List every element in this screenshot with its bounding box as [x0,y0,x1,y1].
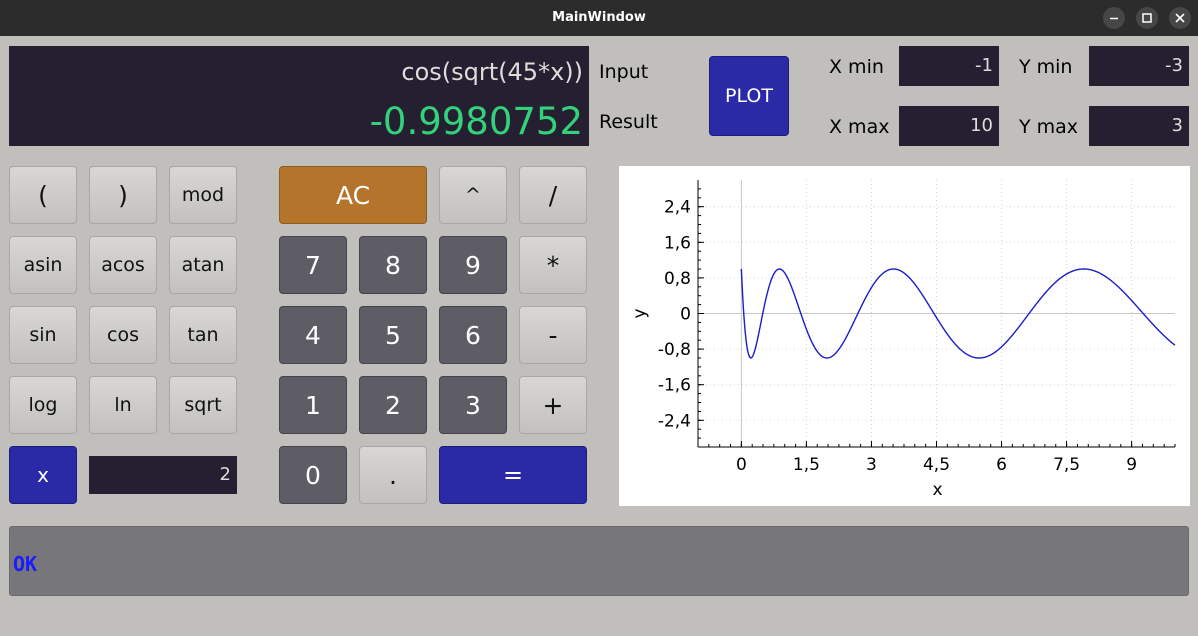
expression-input[interactable]: cos(sqrt(45*x)) [401,58,583,86]
close-icon [1175,13,1185,23]
y-tick-label: -2,4 [658,411,691,431]
y-tick-label: -1,6 [658,376,691,396]
multiply-button[interactable]: * [519,236,587,294]
input-label: Input [599,61,649,83]
calculator-display: cos(sqrt(45*x)) -0.9980752 [9,46,589,146]
y-max-field[interactable]: 3 [1089,106,1189,146]
digit-9-button[interactable]: 9 [439,236,507,294]
x-tick-label: 0 [736,455,747,475]
x-value-field[interactable]: 2 [89,456,237,494]
digit-8-button[interactable]: 8 [359,236,427,294]
x-min-label: X min [829,56,884,78]
y-tick-label: 0 [680,305,691,325]
acos-button[interactable]: acos [89,236,157,294]
digit-7-button[interactable]: 7 [279,236,347,294]
y-max-label: Y max [1019,116,1079,138]
digit-0-button[interactable]: 0 [279,446,347,504]
x-max-field[interactable]: 10 [899,106,999,146]
y-tick-label: -0,8 [658,340,691,360]
divide-button[interactable]: / [519,166,587,224]
maximize-icon [1142,13,1152,23]
plot-canvas: 0 1,5 3 4,5 6 7,5 9 2,4 1,6 0,8 0 -0,8 -1,6 -2,4 x y [630,180,1176,500]
asin-button[interactable]: asin [9,236,77,294]
function-plot: 0 1,5 3 4,5 6 7,5 9 2,4 1,6 0,8 0 -0,8 -1,6 -2,4 x y [619,166,1190,506]
x-tick-label: 4,5 [923,455,950,475]
y-min-field[interactable]: -3 [1089,46,1189,86]
mod-button[interactable]: mod [169,166,237,224]
tan-button[interactable]: tan [169,306,237,364]
y-tick-label: 2,4 [664,198,691,218]
x-variable-button[interactable]: x [9,446,77,504]
x-max-label: X max [829,116,890,138]
x-axis-title: x [932,480,942,500]
sqrt-button[interactable]: sqrt [169,376,237,434]
plot-button[interactable]: PLOT [709,56,789,136]
y-tick-label: 0,8 [664,269,691,289]
digit-6-button[interactable]: 6 [439,306,507,364]
minimize-button[interactable] [1103,7,1125,29]
equals-button[interactable]: = [439,446,587,504]
x-tick-label: 3 [866,455,877,475]
digit-2-button[interactable]: 2 [359,376,427,434]
digit-3-button[interactable]: 3 [439,376,507,434]
result-output: -0.9980752 [369,100,583,143]
log-button[interactable]: log [9,376,77,434]
open-paren-button[interactable]: ( [9,166,77,224]
close-button[interactable] [1169,7,1191,29]
x-tick-label: 1,5 [793,455,820,475]
atan-button[interactable]: atan [169,236,237,294]
x-min-field[interactable]: -1 [899,46,999,86]
status-panel: OK [9,526,1189,596]
minimize-icon [1110,17,1118,20]
subtract-button[interactable]: - [519,306,587,364]
add-button[interactable]: + [519,376,587,434]
y-axis-title: y [630,308,650,318]
y-min-label: Y min [1019,56,1073,78]
all-clear-button[interactable]: AC [279,166,427,224]
title-bar: MainWindow [0,0,1198,36]
ln-button[interactable]: ln [89,376,157,434]
y-tick-label: 1,6 [664,233,691,253]
digit-1-button[interactable]: 1 [279,376,347,434]
maximize-button[interactable] [1136,7,1158,29]
x-tick-label: 7,5 [1053,455,1080,475]
cos-button[interactable]: cos [89,306,157,364]
sin-button[interactable]: sin [9,306,77,364]
window-title: MainWindow [552,10,646,25]
x-tick-label: 6 [996,455,1007,475]
x-tick-label: 9 [1126,455,1137,475]
status-message: OK [13,552,38,576]
decimal-point-button[interactable]: . [359,446,427,504]
digit-4-button[interactable]: 4 [279,306,347,364]
digit-5-button[interactable]: 5 [359,306,427,364]
result-label: Result [599,111,658,133]
power-button[interactable]: ^ [439,166,507,224]
close-paren-button[interactable]: ) [89,166,157,224]
